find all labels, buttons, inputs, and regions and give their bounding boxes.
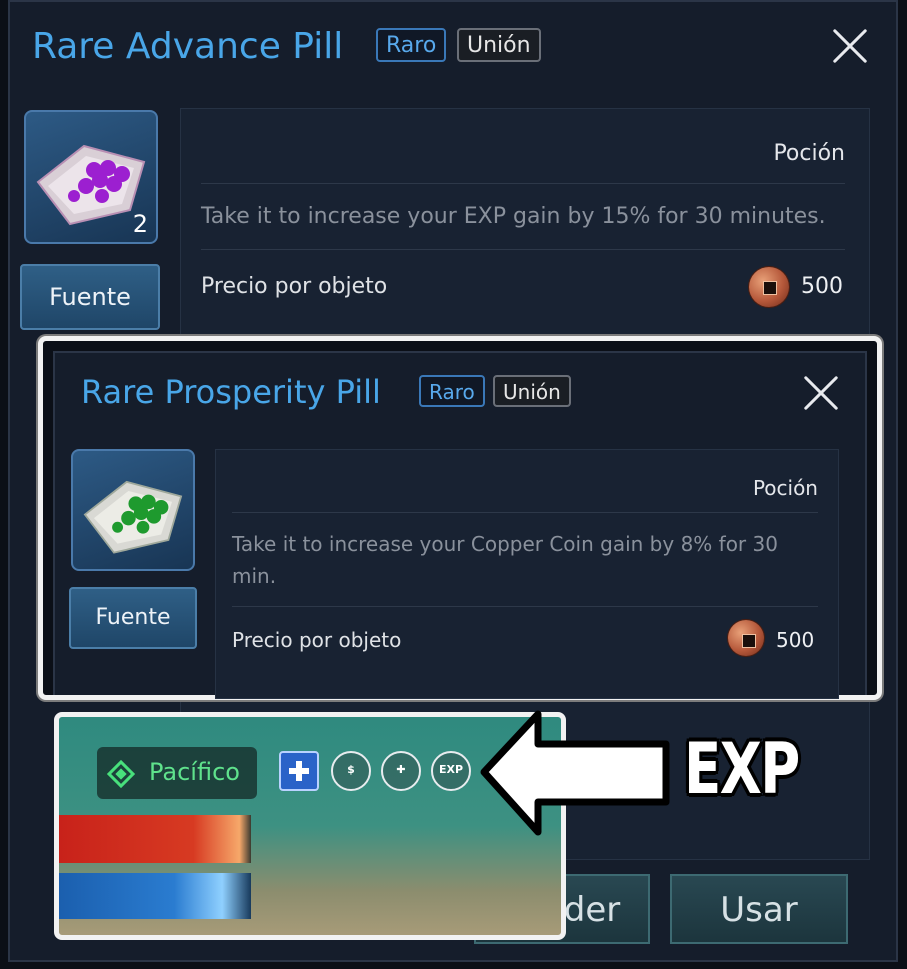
item-description: Take it to increase your Copper Coin gai… [232,532,778,588]
pill [141,494,156,510]
pill [100,160,116,176]
price-label: Precio por objeto [201,274,388,299]
weapon-buff-icon[interactable]: ✚ [381,751,421,791]
left-arrow-icon [480,710,670,836]
pill [78,178,94,194]
status-badge: Pacífico [97,747,257,799]
coin-buff-icon[interactable]: $ [331,751,371,791]
item-icon[interactable]: 2 [24,110,158,244]
peace-icon [106,759,136,789]
item-title: Rare Advance Pill [32,26,344,67]
exp-annotation-label: EXP [684,728,800,810]
rarity-tag: Raro [419,375,485,407]
item-icon[interactable] [71,449,195,571]
rarity-tag: Raro [376,28,447,62]
pill [153,500,169,515]
pill [86,162,102,178]
health-bar [59,815,251,863]
pill [112,521,124,533]
status-label: Pacífico [149,758,240,786]
close-icon[interactable] [828,24,872,68]
price-value: 500 [801,274,843,299]
pill [136,520,150,534]
pill-pouch-icon [83,480,183,554]
copper-coin-icon [749,267,789,307]
item-quantity: 2 [132,210,148,238]
pill [121,510,136,526]
price-label: Precio por objeto [232,628,402,652]
divider [232,512,818,513]
source-button[interactable]: Fuente [69,587,197,649]
pill [68,190,80,202]
item-title: Rare Prosperity Pill [81,373,381,411]
item-description: Take it to increase your EXP gain by 15%… [201,204,826,229]
pill [128,496,143,511]
divider [201,183,845,184]
type-tag: Unión [457,28,541,62]
source-button[interactable]: Fuente [20,264,160,330]
item-info-panel: Poción Take it to increase your Copper C… [215,449,839,699]
mana-bar [59,873,251,919]
divider [201,249,845,250]
item-category: Poción [752,476,818,500]
comparison-item-dialog: Rare Prosperity Pill Raro Unión Fuente P… [38,336,882,700]
close-icon[interactable] [801,373,841,413]
use-button[interactable]: Usar [670,874,848,944]
price-value: 500 [776,628,815,652]
add-buff-icon[interactable] [279,751,319,791]
exp-buff-icon[interactable]: EXP [431,751,471,791]
type-tag: Unión [493,375,571,407]
pill [114,166,130,182]
copper-coin-icon [728,620,764,656]
pill [95,189,109,203]
divider [232,606,818,607]
item-dialog-body: Rare Prosperity Pill Raro Unión Fuente P… [53,351,867,699]
item-category: Poción [773,141,845,166]
